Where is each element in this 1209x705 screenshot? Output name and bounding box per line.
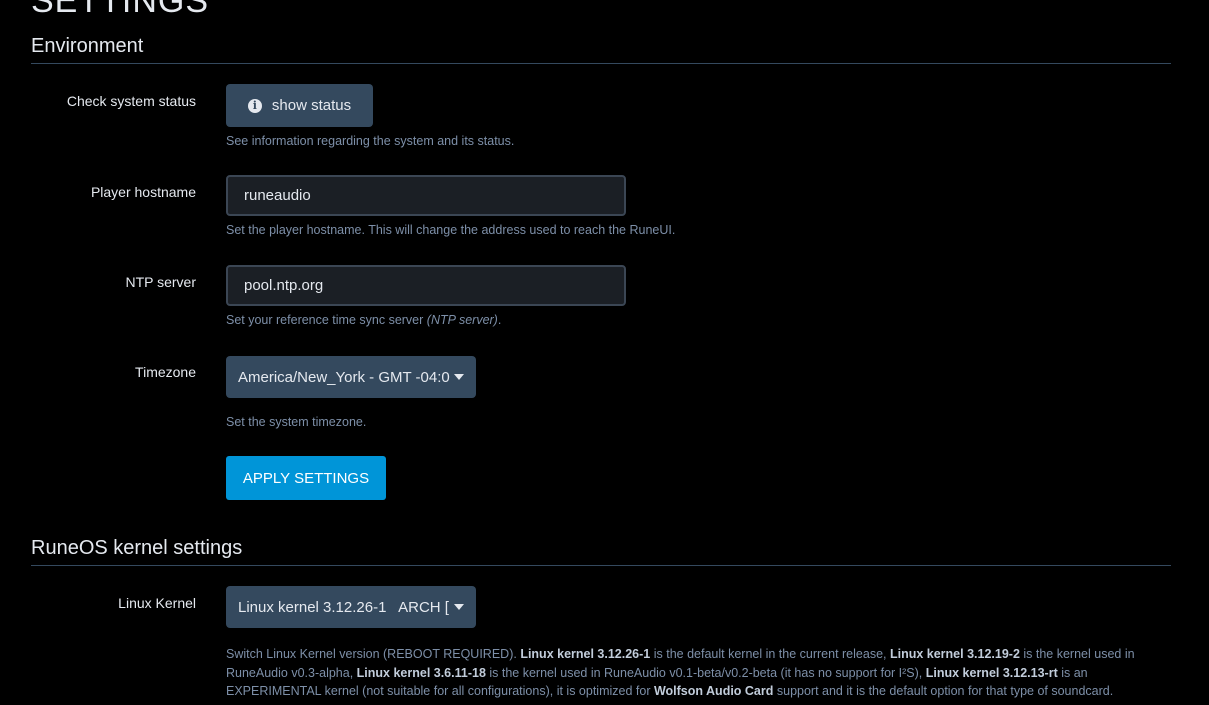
kernel-help-text: Switch Linux Kernel version (REBOOT REQU…: [226, 647, 521, 661]
kernel-help-text: is the kernel used in RuneAudio v0.1-bet…: [485, 665, 926, 680]
divider: [31, 565, 1171, 566]
apply-settings-button[interactable]: APPLY SETTINGS: [226, 456, 386, 500]
info-circle-icon: i: [247, 98, 262, 113]
kernel-select[interactable]: Linux kernel 3.12.26-1 ARCH [RuneAudio]: [226, 586, 476, 628]
kernel-label: Linux Kernel: [118, 595, 196, 611]
timezone-selected: America/New_York - GMT -04:00: [238, 368, 450, 386]
kernel-help: Switch Linux Kernel version (REBOOT REQU…: [226, 645, 1171, 701]
chevron-down-icon: [454, 604, 464, 610]
status-help: See information regarding the system and…: [226, 134, 515, 148]
kernel-help-text: support and it is the default option for…: [773, 684, 1114, 698]
chevron-down-icon: [454, 374, 464, 380]
ntp-help-em: (NTP server): [426, 313, 498, 327]
show-status-label: show status: [271, 97, 352, 114]
kernel-name: Wolfson Audio Card: [653, 684, 774, 698]
kernel-name: Linux kernel 3.12.19-2: [889, 647, 1020, 661]
ntp-help-text: Set your reference time sync server: [226, 313, 427, 327]
ntp-server-input[interactable]: [226, 265, 626, 306]
page-title: SETTINGS: [31, 0, 210, 20]
kernel-help-text: is the default kernel in the current rel…: [650, 647, 890, 661]
ntp-help-suffix: .: [497, 313, 502, 327]
ntp-help: Set your reference time sync server (NTP…: [226, 313, 501, 327]
divider: [31, 63, 1171, 64]
section-title-environment: Environment: [31, 35, 144, 57]
check-status-label: Check system status: [66, 93, 196, 109]
show-status-button[interactable]: i show status: [226, 84, 373, 127]
hostname-label: Player hostname: [90, 184, 196, 200]
timezone-label: Timezone: [135, 364, 196, 380]
hostname-input[interactable]: [226, 175, 626, 216]
ntp-label: NTP server: [125, 274, 196, 290]
hostname-help: Set the player hostname. This will chang…: [226, 223, 676, 237]
timezone-select[interactable]: America/New_York - GMT -04:00: [226, 356, 476, 398]
kernel-name: Linux kernel 3.12.13-rt: [925, 665, 1058, 680]
kernel-name: Linux kernel 3.12.26-1: [520, 647, 651, 661]
kernel-selected: Linux kernel 3.12.26-1 ARCH [RuneAudio]: [238, 598, 450, 616]
timezone-help: Set the system timezone.: [226, 415, 367, 429]
kernel-name: Linux kernel 3.6.11-18: [356, 665, 486, 680]
section-title-kernel: RuneOS kernel settings: [31, 537, 243, 559]
